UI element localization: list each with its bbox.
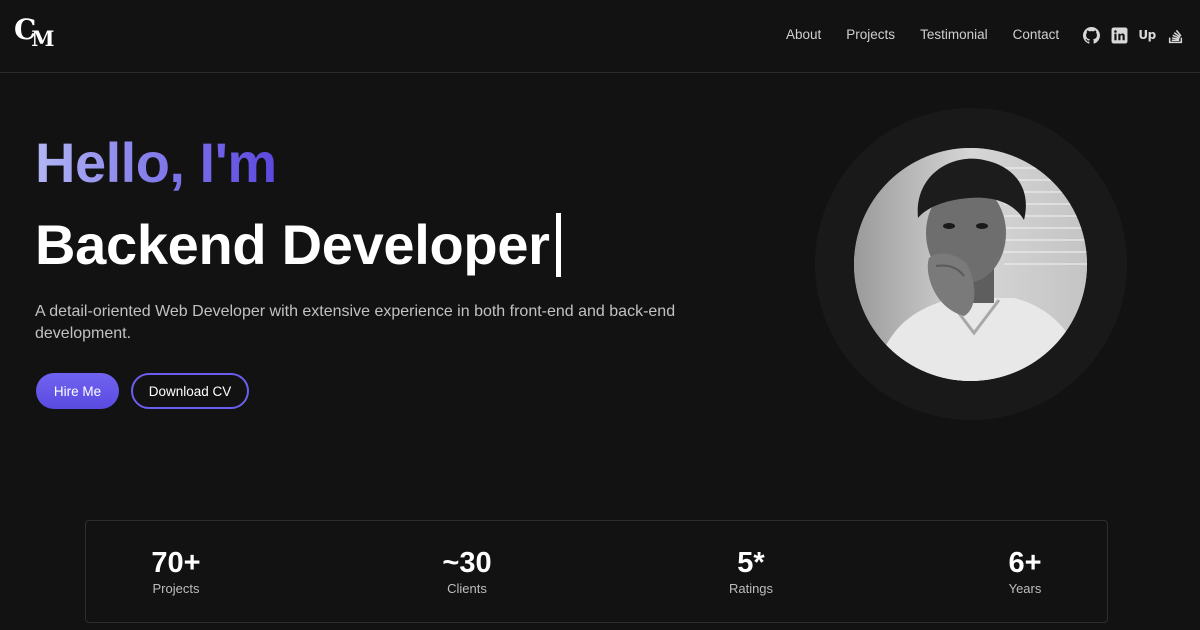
nav-testimonial[interactable]: Testimonial (920, 27, 988, 42)
stat-clients: ~30 Clients (442, 547, 491, 596)
social-links: Up (1082, 26, 1184, 44)
page: CM About Projects Testimonial Contact Up… (0, 0, 1200, 630)
logo[interactable]: CM (14, 16, 56, 50)
stat-value: 5* (737, 547, 765, 579)
stat-value: ~30 (442, 547, 492, 579)
hire-me-button[interactable]: Hire Me (36, 373, 119, 409)
upwork-icon[interactable]: Up (1138, 26, 1156, 44)
role-heading: Backend Developer (35, 210, 561, 280)
hero-tagline: A detail-oriented Web Developer with ext… (35, 303, 676, 342)
logo-letter-m: M (31, 26, 54, 51)
stat-label: Clients (447, 581, 487, 596)
stat-label: Years (1008, 581, 1042, 596)
download-cv-button[interactable]: Download CV (131, 373, 249, 409)
main-nav: About Projects Testimonial Contact (786, 27, 1084, 42)
stat-ratings: 5* Ratings (729, 547, 773, 596)
stat-projects: 70+ Projects (151, 547, 200, 596)
nav-contact[interactable]: Contact (1013, 27, 1060, 42)
stat-value: 6+ (1008, 547, 1042, 579)
nav-projects[interactable]: Projects (846, 27, 895, 42)
profile-photo (854, 148, 1087, 381)
nav-about[interactable]: About (786, 27, 821, 42)
typing-caret (555, 213, 561, 277)
site-header: CM About Projects Testimonial Contact Up (0, 0, 1200, 73)
stat-label: Projects (152, 581, 200, 596)
stats-panel: 70+ Projects ~30 Clients 5* Ratings 6+ Y… (85, 520, 1108, 623)
stat-value: 70+ (151, 547, 201, 579)
linkedin-icon[interactable] (1110, 26, 1128, 44)
stackoverflow-icon[interactable] (1166, 26, 1184, 44)
stat-years: 6+ Years (1008, 547, 1041, 596)
github-icon[interactable] (1082, 26, 1100, 44)
stat-label: Ratings (728, 581, 774, 596)
greeting-heading: Hello, I'm (35, 131, 277, 194)
role-text: Backend Developer (35, 213, 550, 276)
